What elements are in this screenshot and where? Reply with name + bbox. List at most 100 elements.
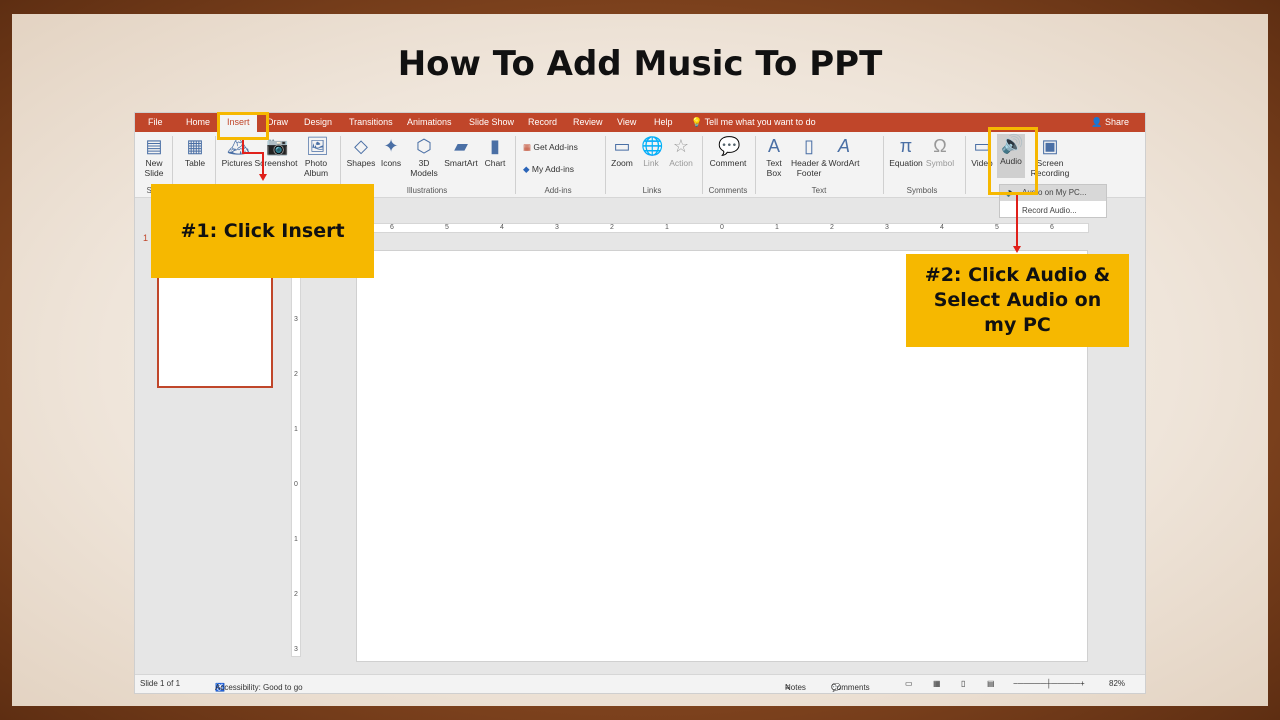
ruler-tick: 4 [500, 224, 504, 231]
chart-button[interactable]: ▮ Chart [481, 136, 509, 168]
ruler-tick: 1 [665, 224, 669, 231]
ruler-tick: 2 [294, 591, 298, 598]
ruler-tick: 0 [294, 481, 298, 488]
tab-record[interactable]: Record [528, 113, 557, 132]
ruler-tick: 2 [830, 224, 834, 231]
get-addins-label: Get Add-ins [533, 142, 578, 152]
lightbulb-icon: 💡 [691, 117, 703, 127]
tab-home[interactable]: Home [186, 113, 210, 132]
reading-view-icon[interactable]: ▯ [961, 679, 965, 688]
addin-icon: ◆ [523, 164, 530, 174]
status-bar: Slide 1 of 1 ♿ Accessibility: Good to go… [135, 674, 1145, 693]
omega-icon: Ω [933, 136, 947, 156]
group-separator [515, 136, 516, 194]
tab-draw[interactable]: Draw [267, 113, 288, 132]
symbol-label: Symbol [925, 158, 955, 168]
person-icon: 👤 [1091, 117, 1103, 127]
tell-me-search[interactable]: 💡 Tell me what you want to do [691, 113, 816, 132]
my-addins-button[interactable]: ◆ My Add-ins [523, 164, 574, 174]
slide-number: 1 [143, 233, 149, 243]
tab-animations[interactable]: Animations [407, 113, 452, 132]
slideshow-icon[interactable]: ▤ [987, 679, 995, 688]
page-title: How To Add Music To PPT [397, 44, 883, 84]
group-separator [883, 136, 884, 194]
vertical-ruler: 3 2 1 0 1 2 3 [291, 247, 301, 657]
audio-button-highlight [988, 127, 1038, 195]
ruler-tick: 5 [995, 224, 999, 231]
tab-file[interactable]: File [148, 113, 163, 132]
3d-models-button[interactable]: ⬡ 3D Models [405, 136, 443, 178]
ruler-tick: 4 [940, 224, 944, 231]
horizontal-ruler: 6 5 4 3 2 1 0 1 2 3 4 5 6 [367, 223, 1089, 233]
arrow-line [1016, 195, 1018, 247]
new-slide-button[interactable]: ▤ New Slide [141, 136, 167, 178]
table-button[interactable]: ▦ Table [180, 136, 210, 168]
tab-transitions[interactable]: Transitions [349, 113, 393, 132]
header-footer-button[interactable]: ▯ Header & Footer [789, 136, 829, 178]
link-button[interactable]: 🌐 Link [638, 136, 664, 168]
text-box-label: Text Box [766, 158, 782, 178]
normal-view-icon[interactable]: ▭ [905, 679, 913, 688]
action-label: Action [669, 158, 693, 168]
my-addins-label: My Add-ins [531, 164, 574, 174]
zoom-label: Zoom [611, 158, 633, 168]
arrow-head [1013, 246, 1021, 253]
ruler-tick: 2 [294, 371, 298, 378]
icons-button[interactable]: ✦ Icons [376, 136, 406, 168]
ruler-tick: 2 [610, 224, 614, 231]
header-footer-label: Header & Footer [791, 158, 827, 178]
equation-button[interactable]: π Equation [887, 136, 925, 168]
tab-view[interactable]: View [617, 113, 636, 132]
get-addins-button[interactable]: ▦ Get Add-ins [523, 142, 578, 152]
group-label-text: Text [811, 186, 827, 195]
comment-label: Comment [709, 158, 747, 168]
pi-icon: π [899, 136, 913, 156]
arrow-line [262, 152, 264, 174]
comments-label: Comments [831, 683, 870, 692]
header-footer-icon: ▯ [804, 136, 814, 156]
zoom-slider[interactable]: −─────┼─────+ [1013, 679, 1085, 688]
tab-review[interactable]: Review [573, 113, 603, 132]
notes-label: Notes [785, 683, 806, 692]
smartart-button[interactable]: ▰ SmartArt [441, 136, 481, 168]
action-button[interactable]: ☆ Action [666, 136, 696, 168]
slide-sorter-icon[interactable]: ▦ [933, 679, 941, 688]
comment-button[interactable]: 💬 Comment [706, 136, 750, 168]
group-label-links: Links [642, 186, 662, 195]
slide-count: Slide 1 of 1 [140, 679, 181, 688]
callout-step-2: #2: Click Audio & Select Audio on my PC [906, 254, 1129, 347]
zoom-button[interactable]: ▭ Zoom [608, 136, 636, 168]
group-separator [702, 136, 703, 194]
symbol-button[interactable]: Ω Symbol [924, 136, 956, 168]
share-button[interactable]: 👤 Share [1091, 113, 1129, 132]
text-box-button[interactable]: A Text Box [759, 136, 789, 178]
wordart-icon: A [837, 136, 850, 156]
ruler-tick: 3 [885, 224, 889, 231]
ruler-tick: 5 [445, 224, 449, 231]
group-label-comments: Comments [708, 186, 748, 195]
smartart-icon: ▰ [454, 136, 468, 156]
photo-album-button[interactable]: 🖼 Photo Album [297, 136, 335, 178]
star-icon: ☆ [672, 136, 690, 156]
zoom-level[interactable]: 82% [1109, 679, 1125, 688]
pictures-label: Pictures [221, 158, 253, 168]
tell-me-label: Tell me what you want to do [704, 117, 816, 127]
table-icon: ▦ [186, 136, 204, 156]
share-label: Share [1104, 117, 1129, 127]
callout-step-1: #1: Click Insert [151, 184, 374, 278]
shapes-button[interactable]: ◇ Shapes [345, 136, 377, 168]
tab-slide-show[interactable]: Slide Show [469, 113, 514, 132]
wordart-label: WordArt [828, 158, 860, 168]
text-box-icon: A [767, 136, 780, 156]
tab-help[interactable]: Help [654, 113, 673, 132]
group-label-addins: Add-ins [544, 186, 572, 195]
wordart-button[interactable]: A WordArt [828, 136, 860, 168]
arrow-head [259, 174, 267, 181]
photo-album-icon: 🖼 [306, 136, 329, 156]
tab-design[interactable]: Design [304, 113, 332, 132]
ruler-tick: 1 [775, 224, 779, 231]
table-label: Table [184, 158, 206, 168]
accessibility-label: Accessibility: Good to go [215, 683, 303, 692]
3d-models-label: 3D Models [410, 158, 438, 178]
arrow-line [242, 152, 264, 154]
